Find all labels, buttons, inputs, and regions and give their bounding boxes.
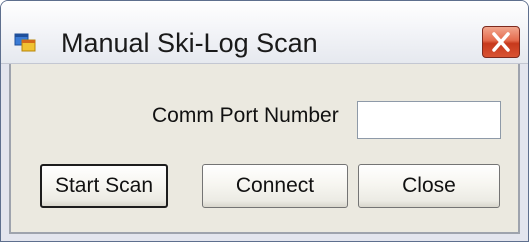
title-bar[interactable]: Manual Ski-Log Scan — [1, 1, 528, 64]
window-close-button[interactable] — [482, 26, 520, 58]
dialog-client-area — [9, 64, 520, 234]
start-scan-button[interactable]: Start Scan — [40, 164, 168, 208]
close-x-icon — [483, 27, 519, 57]
comm-port-label: Comm Port Number — [152, 104, 339, 127]
window-frame-left — [1, 64, 9, 241]
window-title: Manual Ski-Log Scan — [61, 28, 318, 58]
window-frame-right — [520, 64, 528, 241]
window-frame-bottom — [1, 234, 528, 241]
comm-port-input[interactable] — [357, 101, 501, 139]
connect-button[interactable]: Connect — [202, 164, 348, 208]
close-button[interactable]: Close — [358, 164, 500, 208]
application-window-icon — [14, 31, 36, 53]
